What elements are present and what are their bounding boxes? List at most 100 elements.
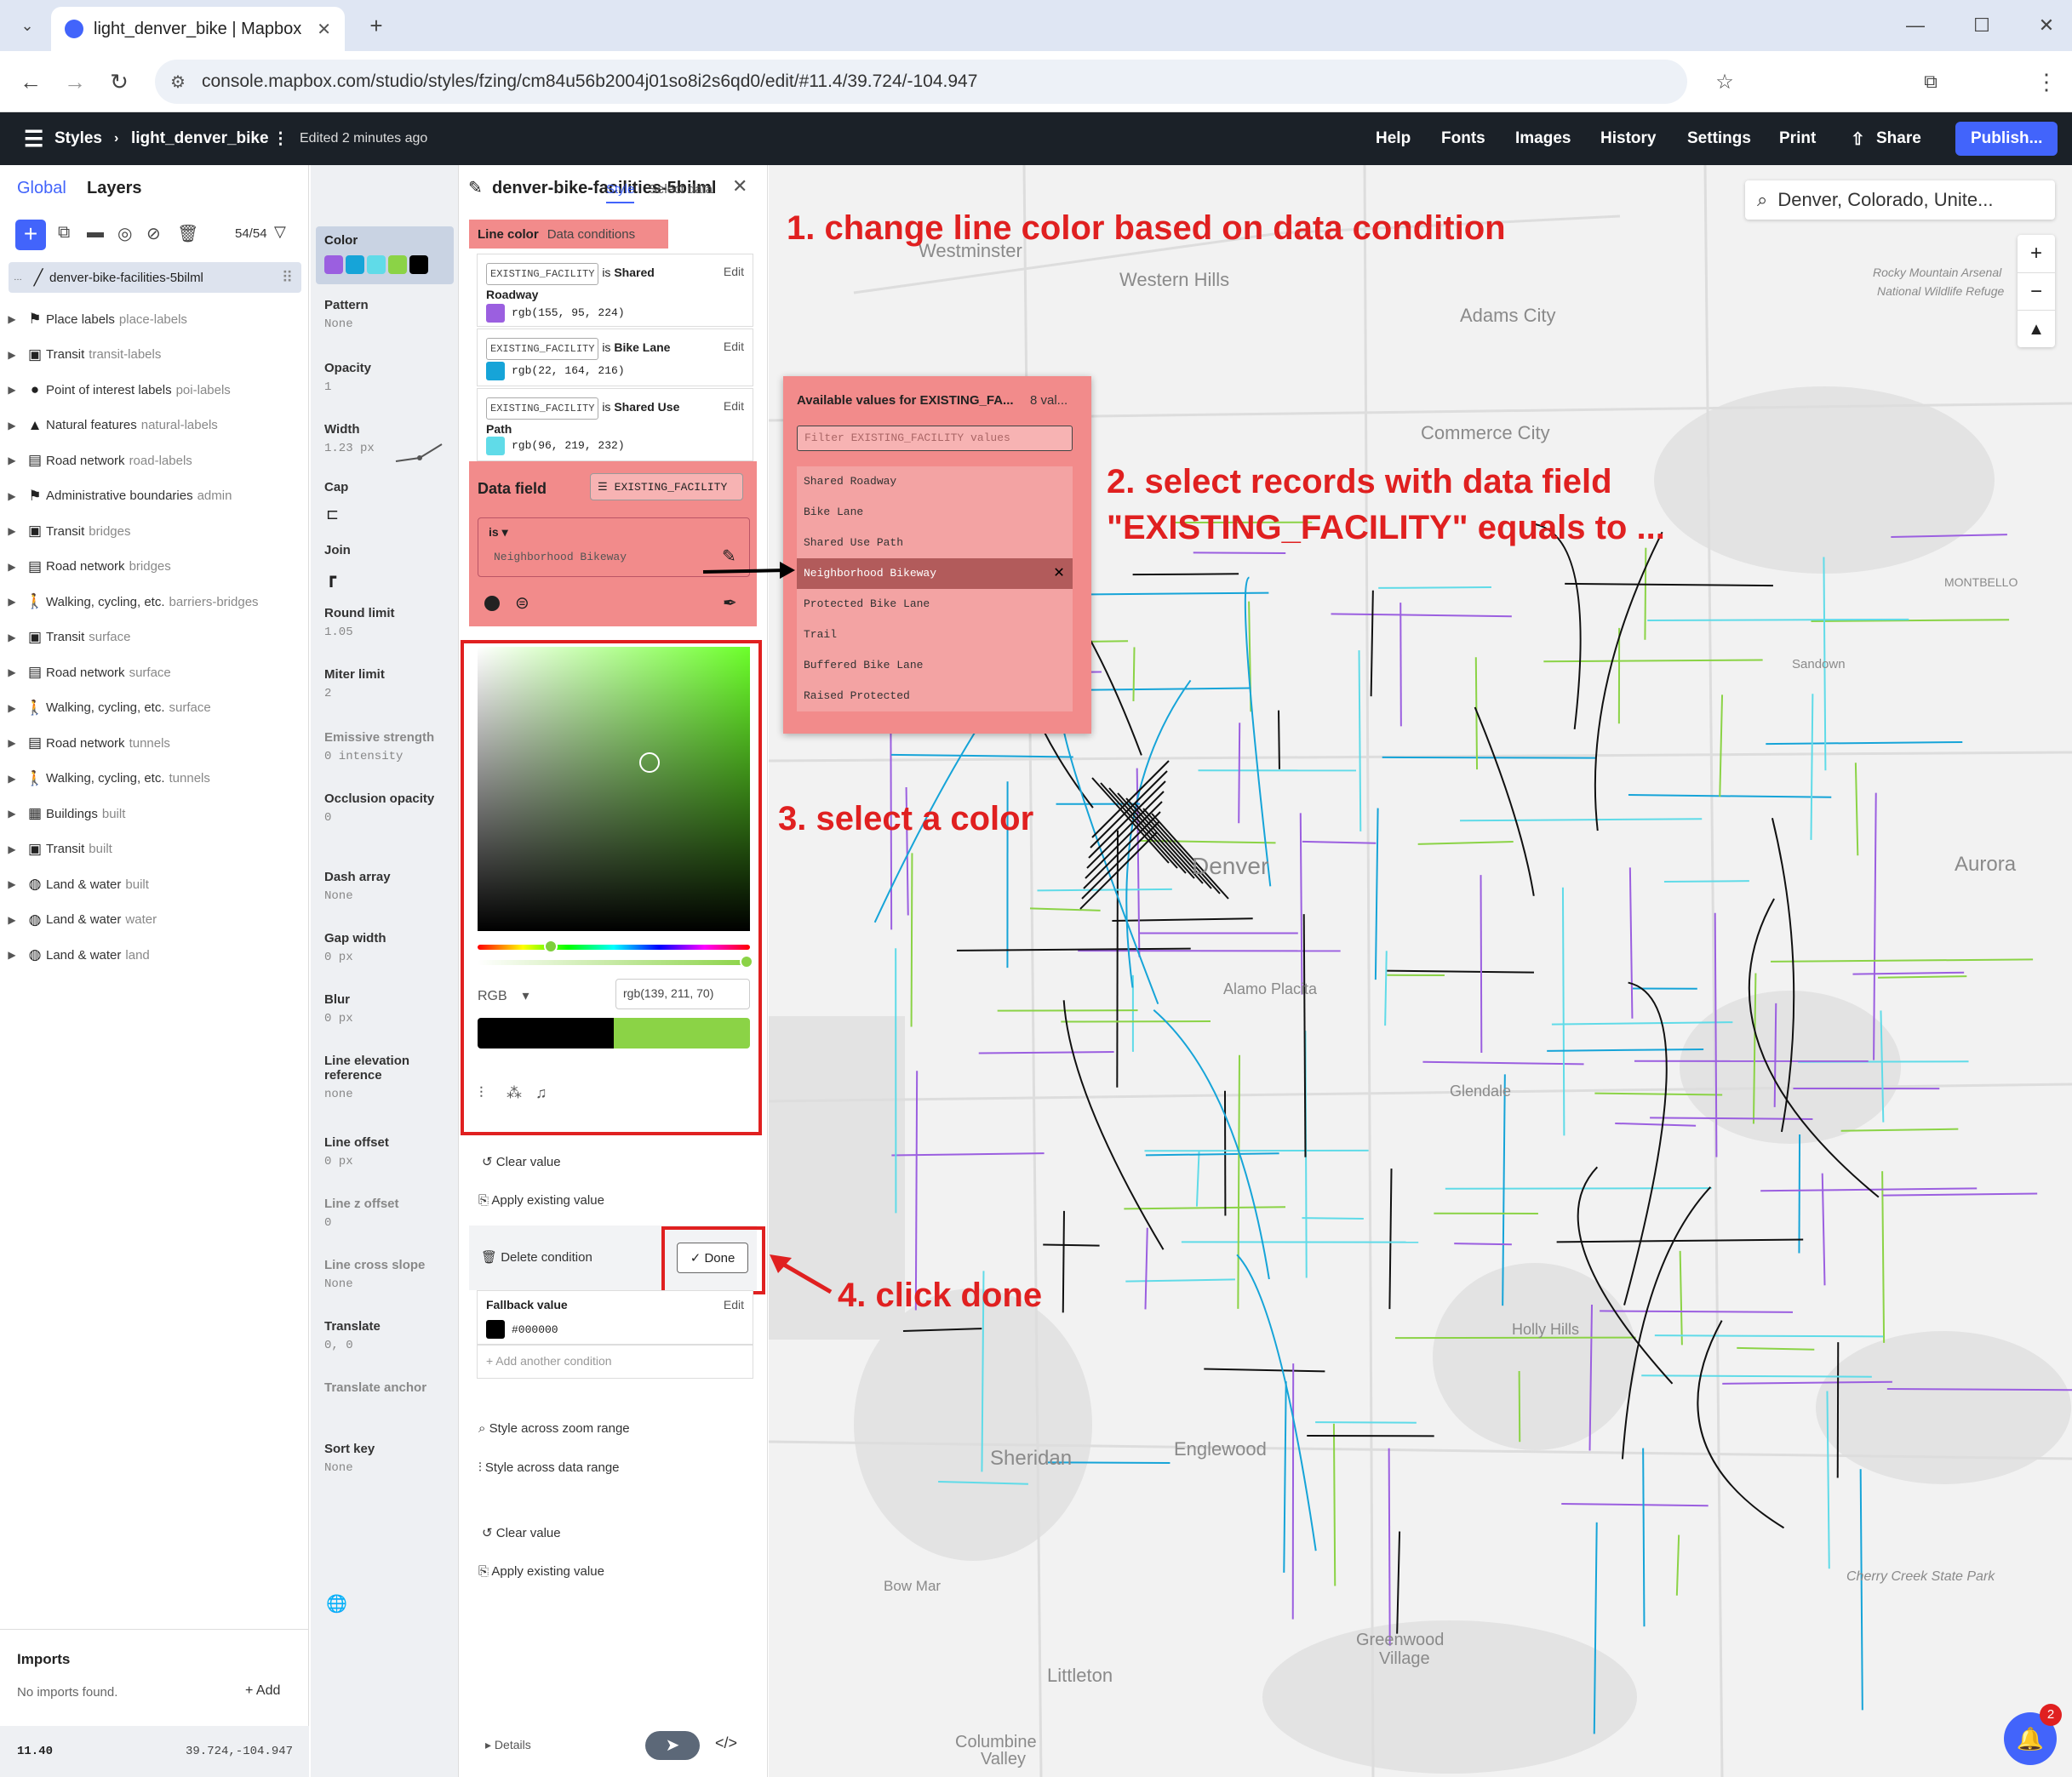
property-item[interactable]: Round limit 1.05: [324, 606, 452, 639]
value-option[interactable]: Protected Bike Lane: [797, 589, 1073, 620]
expand-arrow-icon[interactable]: ▶: [0, 949, 24, 961]
forward-icon[interactable]: →: [58, 65, 92, 99]
globe-anchor-icon[interactable]: 🌐: [326, 1593, 347, 1614]
property-item[interactable]: Sort key None: [324, 1442, 452, 1475]
edit-fallback-button[interactable]: Edit: [724, 1298, 744, 1311]
layer-row[interactable]: ▶ ▣ Transit transit-labels: [0, 337, 309, 373]
trash-icon[interactable]: 🗑: [177, 223, 198, 244]
compass-icon[interactable]: ▲: [2018, 310, 2055, 347]
group-icon[interactable]: ◎: [117, 223, 132, 244]
expand-arrow-icon[interactable]: ▶: [0, 808, 24, 820]
hide-icon[interactable]: ⊘: [146, 223, 161, 244]
property-item[interactable]: Translate 0, 0: [324, 1319, 452, 1352]
site-info-icon[interactable]: ⚙: [170, 71, 186, 93]
property-item[interactable]: Line elevation reference none: [324, 1054, 452, 1101]
value-option[interactable]: Buffered Bike Lane: [797, 650, 1073, 681]
expand-arrow-icon[interactable]: ▶: [0, 878, 24, 890]
filter-icon[interactable]: ▽: [274, 223, 286, 241]
layer-row[interactable]: ▶ ▲ Natural features natural-labels: [0, 408, 309, 443]
expand-arrow-icon[interactable]: ▶: [0, 525, 24, 537]
layer-row[interactable]: ▶ ▣ Transit bridges: [0, 513, 309, 549]
expand-arrow-icon[interactable]: ▶: [0, 561, 24, 573]
color-property[interactable]: Color: [316, 226, 454, 284]
fonts-button[interactable]: Fonts: [1441, 112, 1485, 165]
add-layer-button[interactable]: +: [15, 220, 46, 250]
condition-row[interactable]: EXISTING_FACILITY is Bike Lane Edit rgb(…: [477, 329, 753, 386]
style-menu-icon[interactable]: ⋮: [272, 112, 289, 165]
value-option[interactable]: Shared Roadway: [797, 466, 1073, 497]
apply-existing-button[interactable]: ⎘ Apply existing value: [478, 1193, 604, 1208]
layer-row[interactable]: ▶ ▤ Road network tunnels: [0, 725, 309, 761]
minimize-icon[interactable]: —: [1898, 9, 1932, 43]
property-item[interactable]: Dash array None: [324, 870, 452, 903]
layer-row[interactable]: ▶ ▤ Road network road-labels: [0, 443, 309, 478]
property-item[interactable]: Emissive strength 0 intensity: [324, 730, 452, 763]
value-option[interactable]: Shared Use Path: [797, 528, 1073, 558]
add-import-button[interactable]: + Add: [245, 1683, 280, 1699]
styles-link[interactable]: Styles: [54, 112, 102, 165]
property-item[interactable]: Translate anchor: [324, 1380, 452, 1400]
layer-row[interactable]: ▶ ▦ Buildings built: [0, 796, 309, 831]
expand-arrow-icon[interactable]: ▶: [0, 349, 24, 361]
expand-arrow-icon[interactable]: ▶: [0, 420, 24, 431]
layer-row[interactable]: ▶ 🚶 Walking, cycling, etc. tunnels: [0, 761, 309, 797]
is-value-field[interactable]: Neighborhood Bikeway: [494, 551, 627, 563]
property-item[interactable]: Line z offset 0: [324, 1197, 452, 1230]
apply-existing-button-2[interactable]: ⎘ Apply existing value: [478, 1564, 604, 1579]
layer-row[interactable]: ▶ ⚑ Place labels place-labels: [0, 301, 309, 337]
help-button[interactable]: Help: [1376, 112, 1411, 165]
expand-arrow-icon[interactable]: ▶: [0, 596, 24, 608]
is-operator[interactable]: is ▾: [489, 525, 508, 540]
hamburger-icon[interactable]: ☰: [24, 112, 43, 165]
url-field[interactable]: ⚙ console.mapbox.com/studio/styles/fzing…: [155, 60, 1687, 104]
tab-layers[interactable]: Layers: [87, 179, 142, 198]
property-item[interactable]: Blur 0 px: [324, 992, 452, 1026]
eyedropper-icon[interactable]: ✒: [723, 592, 737, 614]
clear-value-button[interactable]: ↺ Clear value: [482, 1154, 561, 1169]
edit-condition-button[interactable]: Edit: [724, 265, 744, 278]
tab-select-data[interactable]: Select data: [649, 182, 713, 197]
back-icon[interactable]: ←: [14, 65, 48, 99]
add-condition-button[interactable]: + Add another condition: [486, 1354, 612, 1368]
expand-arrow-icon[interactable]: ▶: [0, 313, 24, 325]
value-option[interactable]: Trail: [797, 620, 1073, 650]
layer-row[interactable]: ▶ 🚶 Walking, cycling, etc. barriers-bridges: [0, 584, 309, 620]
layer-row[interactable]: ▶ ⚑ Administrative boundaries admin: [0, 478, 309, 514]
settings-button[interactable]: Settings: [1687, 112, 1751, 165]
extensions-icon[interactable]: ⧉: [1914, 65, 1948, 99]
tab-style[interactable]: Style: [606, 182, 635, 203]
color-dot-icon[interactable]: [484, 596, 500, 611]
history-button[interactable]: History: [1600, 112, 1656, 165]
tab-list-icon[interactable]: ⌄: [10, 9, 44, 43]
property-item[interactable]: Pattern None: [324, 298, 452, 331]
code-icon[interactable]: </>: [715, 1734, 737, 1752]
print-button[interactable]: Print: [1779, 112, 1816, 165]
value-option[interactable]: Bike Lane: [797, 497, 1073, 528]
value-option[interactable]: Raised Protected: [797, 681, 1073, 711]
zoom-in-icon[interactable]: +: [2018, 235, 2055, 272]
layer-row[interactable]: ▶ ▣ Transit surface: [0, 620, 309, 655]
new-tab-icon[interactable]: +: [359, 9, 393, 43]
close-tab-icon[interactable]: ✕: [317, 19, 331, 40]
property-item[interactable]: Gap width 0 px: [324, 931, 452, 964]
expand-arrow-icon[interactable]: ▶: [0, 702, 24, 714]
join-icon[interactable]: ┏: [326, 567, 336, 588]
more-menu-icon[interactable]: ⋮: [2029, 65, 2063, 99]
layer-row[interactable]: ▶ 🚶 Walking, cycling, etc. surface: [0, 690, 309, 726]
property-item[interactable]: Cap: [324, 480, 452, 500]
clear-value-button-2[interactable]: ↺ Clear value: [482, 1525, 561, 1540]
property-item[interactable]: Line cross slope None: [324, 1258, 452, 1291]
add-condition-row[interactable]: + Add another condition: [477, 1345, 753, 1379]
property-item[interactable]: Opacity 1: [324, 361, 452, 394]
layer-row[interactable]: ▶ ▤ Road network bridges: [0, 549, 309, 585]
layer-row[interactable]: ▶ ◍ Land & water land: [0, 937, 309, 973]
zoom-range-button[interactable]: ⌕ Style across zoom range: [478, 1421, 630, 1436]
expand-arrow-icon[interactable]: ▶: [0, 490, 24, 502]
cap-icon[interactable]: ⊏: [326, 506, 339, 523]
clear-selection-icon[interactable]: ✕: [1054, 558, 1064, 589]
layer-row[interactable]: ▶ ◍ Land & water built: [0, 866, 309, 902]
expand-arrow-icon[interactable]: ▶: [0, 914, 24, 926]
property-item[interactable]: Line offset 0 px: [324, 1135, 452, 1168]
drag-handle-icon[interactable]: ⠿: [282, 269, 293, 287]
share-button[interactable]: Share: [1876, 112, 1921, 165]
